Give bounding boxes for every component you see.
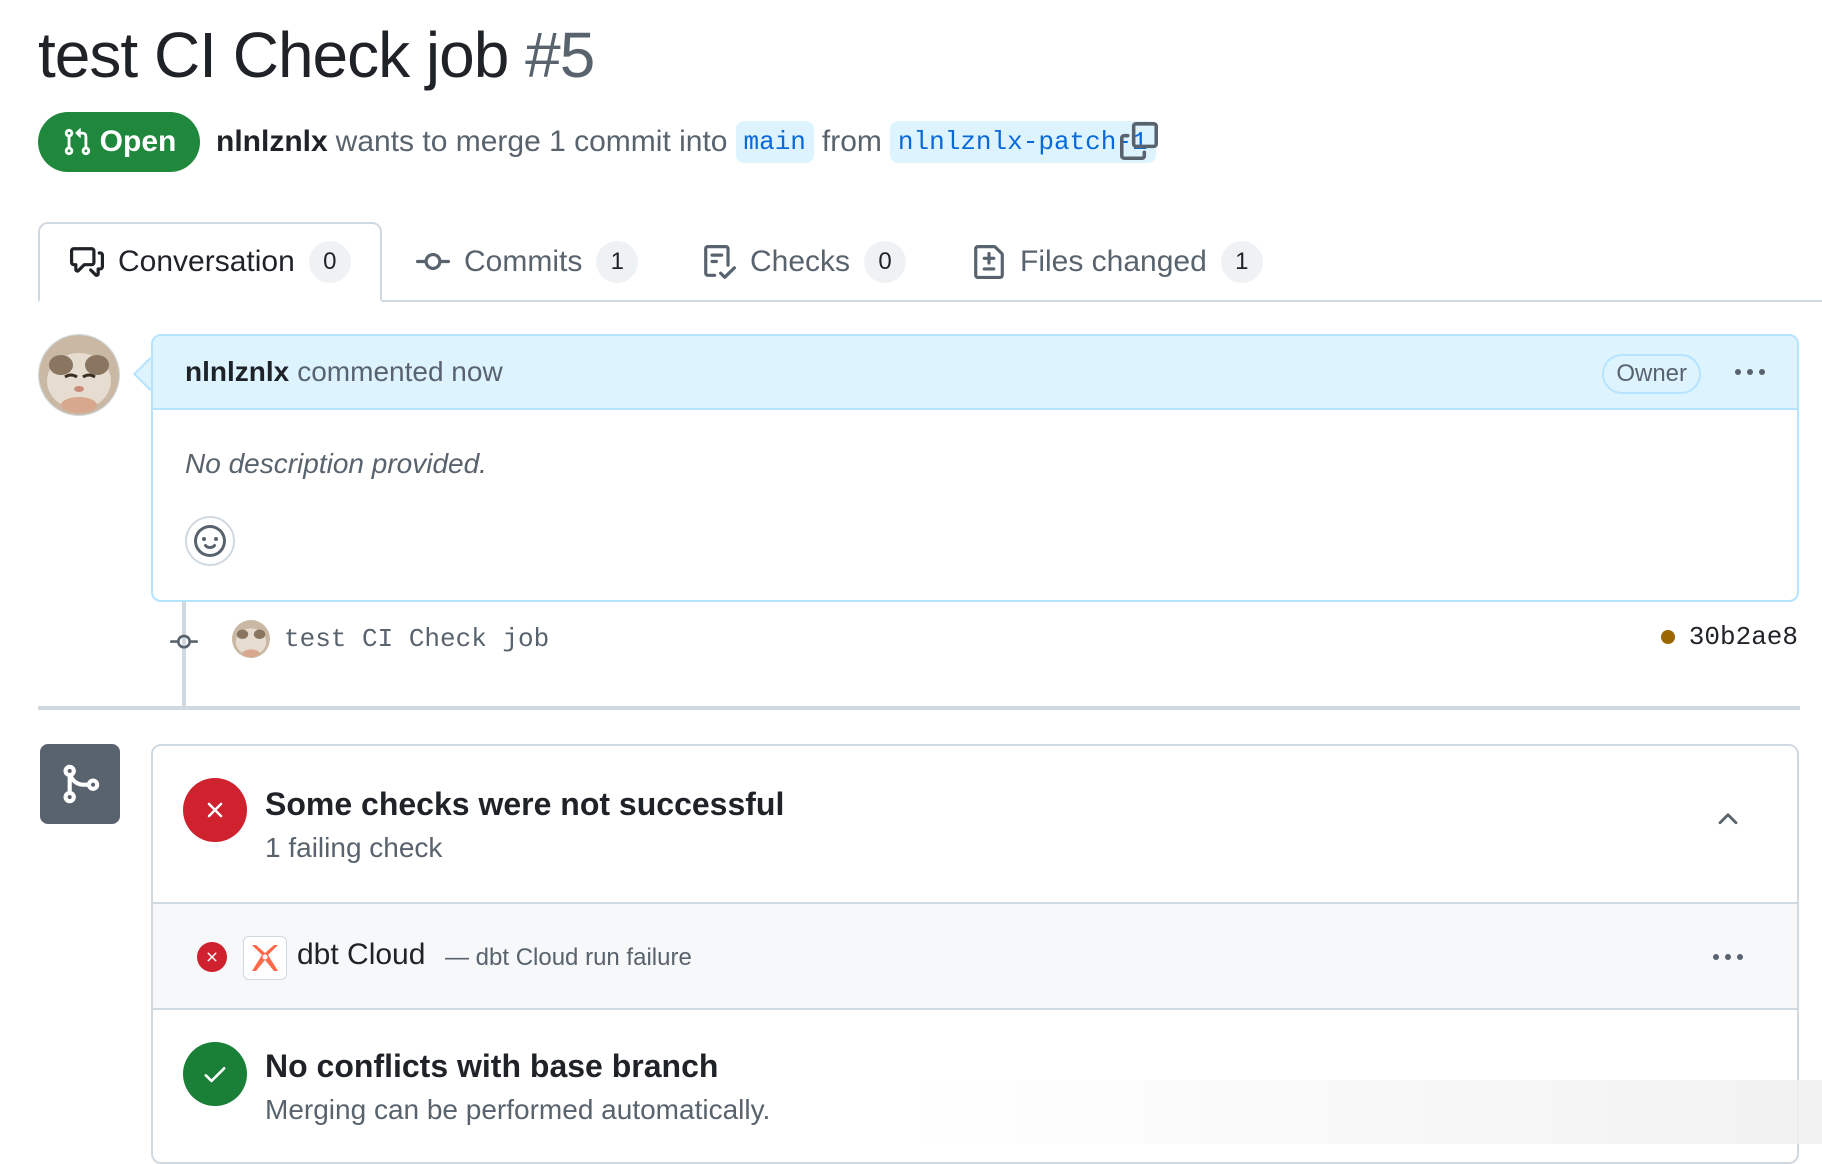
tab-files-changed[interactable]: Files changed 1 — [972, 222, 1263, 302]
tab-conversation-label: Conversation — [118, 245, 295, 278]
tab-commits-label: Commits — [464, 245, 583, 278]
checks-title: Some checks were not successful — [265, 786, 785, 822]
comment-card: nlnlznlx commented now Owner No descript… — [151, 334, 1799, 602]
conflicts-subtitle: Merging can be performed automatically. — [265, 1094, 771, 1125]
git-commit-icon — [416, 252, 450, 270]
base-branch-link[interactable]: main — [735, 121, 814, 163]
owner-badge: Owner — [1602, 354, 1701, 394]
tab-checks-label: Checks — [750, 245, 851, 278]
git-commit-icon — [170, 634, 198, 649]
pr-title: test CI Check job #5 — [38, 18, 595, 92]
dbt-cloud-logo-icon — [243, 936, 287, 980]
pr-number: #5 — [525, 19, 595, 91]
tab-conversation[interactable]: Conversation 0 — [38, 222, 382, 302]
tab-checks-count: 0 — [864, 241, 907, 283]
pr-state-badge: Open — [38, 112, 200, 172]
pr-from-text: from — [821, 125, 882, 158]
pr-state-label: Open — [99, 125, 177, 158]
add-reaction-button[interactable] — [185, 516, 235, 566]
check-icon — [204, 1067, 226, 1083]
commit-message-link[interactable]: test CI Check job — [284, 624, 549, 654]
tab-files-changed-count: 1 — [1220, 241, 1263, 283]
tab-files-changed-label: Files changed — [1020, 245, 1207, 278]
checks-subtitle: 1 failing check — [265, 832, 443, 863]
timeline-divider — [38, 706, 1800, 710]
smiley-icon — [194, 525, 226, 557]
avatar[interactable] — [38, 334, 120, 416]
check-run-row[interactable]: dbt Cloud — dbt Cloud run failure — [153, 902, 1797, 1010]
commit-sha-link[interactable]: 30b2ae8 — [1689, 622, 1798, 652]
tab-checks[interactable]: Checks 0 — [702, 222, 907, 302]
merge-status-box: Some checks were not successful 1 failin… — [151, 744, 1799, 1164]
commit-author-avatar[interactable] — [232, 620, 270, 658]
conflicts-title: No conflicts with base branch — [265, 1048, 719, 1084]
check-name: dbt Cloud — [297, 938, 426, 971]
file-diff-icon — [974, 245, 1004, 279]
check-options-button[interactable] — [1713, 954, 1743, 960]
pr-merge-text: wants to merge 1 commit into — [335, 125, 728, 158]
tab-commits-count: 1 — [596, 241, 639, 283]
comment-body: No description provided. — [185, 448, 487, 479]
chevron-up-icon[interactable] — [1713, 804, 1743, 834]
comment-options-button[interactable] — [1735, 369, 1765, 375]
kebab-icon — [1713, 954, 1719, 960]
comment-author-link[interactable]: nlnlznlx — [185, 356, 289, 388]
no-conflicts-status — [183, 1042, 247, 1106]
x-icon — [207, 802, 223, 818]
comment-discussion-icon — [70, 247, 104, 277]
pr-author-link[interactable]: nlnlznlx — [216, 125, 328, 159]
comment-timestamp[interactable]: commented now — [297, 356, 502, 388]
git-pull-request-icon — [64, 128, 90, 156]
x-icon — [207, 952, 217, 962]
pr-title-text: test CI Check job — [38, 19, 509, 91]
check-description: — dbt Cloud run failure — [445, 944, 692, 971]
comment-header: nlnlznlx commented now Owner — [153, 336, 1797, 410]
pr-meta: nlnlznlx wants to merge 1 commit into ma… — [216, 118, 1164, 166]
head-branch-link[interactable]: nlnlznlx-patch-1 — [889, 121, 1156, 163]
checks-failed-status — [183, 778, 247, 842]
kebab-icon — [1735, 369, 1741, 375]
commit-status-dot[interactable] — [1660, 630, 1675, 644]
tab-commits[interactable]: Commits 1 — [416, 222, 639, 302]
commit-sha[interactable]: 30b2ae8 — [1660, 622, 1798, 652]
git-merge-icon — [40, 744, 120, 824]
copy-icon[interactable] — [1120, 122, 1158, 160]
checklist-icon — [704, 245, 736, 279]
tab-conversation-count: 0 — [308, 241, 351, 283]
check-failed-icon — [197, 942, 227, 972]
